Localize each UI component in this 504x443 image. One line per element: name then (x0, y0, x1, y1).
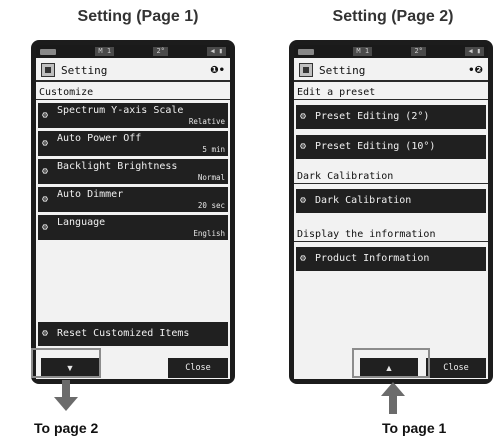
item-value: Relative (188, 117, 225, 126)
item-value: English (193, 229, 225, 238)
screen-page2: M 1 2° ◀ ▮ Setting •❷ Edit a preset ⚙ Pr… (294, 45, 488, 379)
device-page1: M 1 2° ◀ ▮ Setting ❶• Customize ⚙ Spectr… (31, 40, 235, 384)
title-bar: Setting ❶• (36, 60, 230, 82)
section-header-display-info: Display the information (294, 227, 488, 242)
up-arrow-icon (381, 382, 405, 396)
page-down-highlight (31, 348, 101, 378)
status-bar: M 1 2° ◀ ▮ (36, 45, 230, 58)
mode-indicator: M 1 (353, 47, 373, 56)
device-page2: M 1 2° ◀ ▮ Setting •❷ Edit a preset ⚙ Pr… (289, 40, 493, 384)
item-label: Preset Editing (2°) (315, 111, 430, 122)
page2-caption: Setting (Page 2) (332, 8, 454, 25)
gear-icon: ⚙ (42, 110, 49, 121)
item-value: Normal (197, 173, 225, 182)
page-up-highlight (352, 348, 430, 378)
gear-icon: ⚙ (42, 222, 49, 233)
close-button[interactable]: Close (168, 358, 228, 378)
setting-icon (41, 63, 55, 77)
item-label: Backlight Brightness (57, 161, 178, 172)
gear-icon: ⚙ (42, 194, 49, 205)
angle-indicator: 2° (411, 47, 426, 56)
gear-icon: ⚙ (300, 253, 307, 264)
item-label: Dark Calibration (315, 195, 412, 206)
menu-item-dark-calibration[interactable]: ⚙ Dark Calibration (296, 189, 486, 213)
battery-icon (298, 48, 314, 55)
arrow-shaft-down (62, 380, 70, 398)
status-icons: ◀ ▮ (207, 47, 226, 56)
item-value: 20 sec (197, 201, 225, 210)
arrow-shaft-up (389, 396, 397, 414)
gear-icon: ⚙ (300, 141, 307, 152)
item-label: Spectrum Y-axis Scale (57, 105, 184, 116)
reset-customized-items-button[interactable]: ⚙ Reset Customized Items (38, 322, 228, 346)
menu-item-preset-editing-10[interactable]: ⚙ Preset Editing (10°) (296, 135, 486, 159)
gear-icon: ⚙ (42, 138, 49, 149)
gear-icon: ⚙ (42, 328, 49, 339)
menu-item-auto-power-off[interactable]: ⚙ Auto Power Off 5 min (38, 131, 228, 156)
setting-icon (299, 63, 313, 77)
page-indicator: •❷ (468, 64, 483, 76)
battery-icon (40, 48, 56, 55)
angle-indicator: 2° (153, 47, 168, 56)
page-title: Setting (319, 63, 366, 77)
title-bar: Setting •❷ (294, 60, 488, 82)
item-label: Preset Editing (10°) (315, 141, 436, 152)
page1-caption: Setting (Page 1) (77, 8, 199, 25)
item-value: 5 min (202, 145, 225, 154)
page-indicator: ❶• (210, 64, 225, 76)
to-page-1-label: To page 1 (382, 420, 447, 436)
section-header-dark-calibration: Dark Calibration (294, 169, 488, 184)
menu-item-auto-dimmer[interactable]: ⚙ Auto Dimmer 20 sec (38, 187, 228, 212)
item-label: Product Information (315, 253, 430, 264)
reset-label: Reset Customized Items (57, 328, 190, 339)
item-label: Auto Power Off (57, 133, 142, 144)
mode-indicator: M 1 (95, 47, 115, 56)
section-header-edit-preset: Edit a preset (294, 85, 488, 100)
menu-item-spectrum-scale[interactable]: ⚙ Spectrum Y-axis Scale Relative (38, 103, 228, 128)
page-title: Setting (61, 63, 108, 77)
section-header-customize: Customize (36, 85, 230, 100)
down-arrow-icon (54, 397, 78, 411)
status-icons: ◀ ▮ (465, 47, 484, 56)
menu-item-backlight[interactable]: ⚙ Backlight Brightness Normal (38, 159, 228, 184)
gear-icon: ⚙ (300, 111, 307, 122)
item-label: Auto Dimmer (57, 189, 124, 200)
gear-icon: ⚙ (300, 195, 307, 206)
menu-item-language[interactable]: ⚙ Language English (38, 215, 228, 240)
status-bar: M 1 2° ◀ ▮ (294, 45, 488, 58)
item-label: Language (57, 217, 106, 228)
close-button[interactable]: Close (426, 358, 486, 378)
screen-page1: M 1 2° ◀ ▮ Setting ❶• Customize ⚙ Spectr… (36, 45, 230, 379)
to-page-2-label: To page 2 (34, 420, 99, 436)
menu-item-product-information[interactable]: ⚙ Product Information (296, 247, 486, 271)
menu-item-preset-editing-2[interactable]: ⚙ Preset Editing (2°) (296, 105, 486, 129)
gear-icon: ⚙ (42, 166, 49, 177)
